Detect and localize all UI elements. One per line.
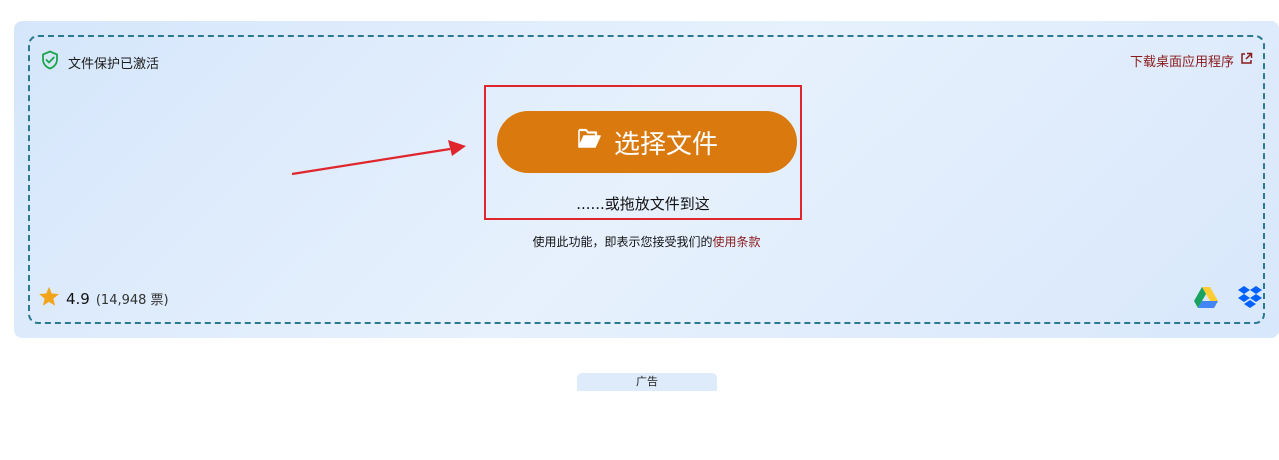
- external-link-icon: [1240, 52, 1253, 69]
- google-drive-icon[interactable]: [1193, 286, 1219, 313]
- folder-open-icon: [576, 127, 602, 158]
- drop-hint-text: ......或拖放文件到这: [576, 195, 710, 213]
- rating: 4.9 (14,948 票): [38, 286, 169, 311]
- ad-label: 广告: [577, 373, 717, 391]
- star-icon: [38, 286, 60, 311]
- file-protection-label: 文件保护已激活: [68, 56, 160, 72]
- choose-file-button[interactable]: 选择文件: [497, 111, 797, 173]
- terms-of-use-link[interactable]: 使用条款: [713, 235, 761, 249]
- dropbox-icon[interactable]: [1237, 285, 1263, 313]
- download-desktop-app-label: 下载桌面应用程序: [1129, 55, 1234, 70]
- cloud-services: [1193, 285, 1263, 313]
- terms-notice: 使用此功能，即表示您接受我们的使用条款: [14, 233, 1279, 250]
- choose-file-label: 选择文件: [613, 129, 718, 160]
- download-desktop-app-link[interactable]: 下载桌面应用程序: [1130, 51, 1253, 70]
- rating-score: 4.9: [66, 289, 90, 308]
- red-pointer-arrow-icon: [291, 140, 466, 176]
- file-protection-status: 文件保护已激活: [40, 50, 159, 74]
- terms-prefix: 使用此功能，即表示您接受我们的: [532, 235, 713, 249]
- rating-votes: (14,948 票): [95, 293, 169, 308]
- upload-highlight-box: 选择文件 ......或拖放文件到这: [484, 85, 802, 220]
- shield-check-icon: [40, 50, 60, 74]
- upload-panel: 文件保护已激活 下载桌面应用程序 选择文件 ......或拖放文件到这 使用此功…: [14, 21, 1279, 338]
